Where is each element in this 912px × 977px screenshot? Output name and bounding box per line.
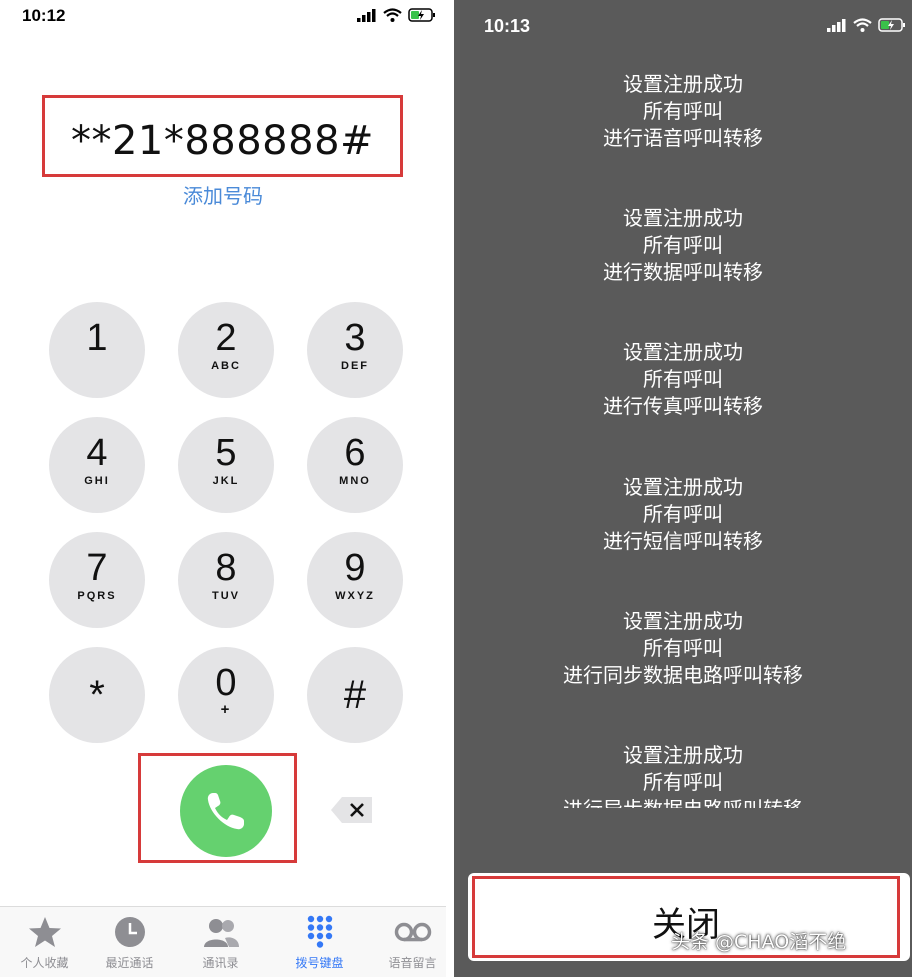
wifi-icon [853,18,872,32]
result-message: 设置注册成功 所有呼叫 进行同步数据电路呼叫转移 [454,608,912,689]
key-digit: 0 [215,662,237,704]
panel-divider [446,0,454,977]
battery-charging-icon [878,18,905,32]
result-message: 设置注册成功 所有呼叫 进行数据呼叫转移 [454,205,912,286]
phone-icon [207,793,244,830]
delete-button[interactable] [330,795,374,825]
key-letters: DEF [341,360,369,372]
message-line: 设置注册成功 [623,206,743,230]
key-digit: 2 [215,317,237,359]
message-line: 所有呼叫 [643,636,723,660]
tab-contacts[interactable]: 通讯录 [176,907,265,977]
key-6[interactable]: 6 MNO [307,417,403,513]
key-letters: JKL [212,475,240,487]
call-button[interactable] [180,765,272,857]
key-digit: 5 [215,432,237,474]
message-line: 所有呼叫 [643,770,723,794]
message-line: 设置注册成功 [623,340,743,364]
key-star[interactable]: * [49,647,145,743]
key-4[interactable]: 4 GHI [49,417,145,513]
status-bar: 10:12 [0,0,446,36]
key-digit: 1 [86,317,108,359]
key-1[interactable]: 1 [49,302,145,398]
signal-icon [827,18,846,32]
signal-icon [357,8,376,22]
result-message: 设置注册成功 所有呼叫 进行传真呼叫转移 [454,339,912,420]
key-5[interactable]: 5 JKL [178,417,274,513]
status-time: 10:12 [22,6,66,25]
tab-label: 通讯录 [202,956,239,970]
backspace-icon [331,797,372,823]
keypad-icon [307,915,333,948]
tab-favorites[interactable]: 个人收藏 [0,907,89,977]
message-line: 进行异步数据电路呼叫转移 [454,796,912,808]
key-letters: TUV [212,590,240,602]
key-0[interactable]: 0 + [178,647,274,743]
voicemail-icon [394,922,432,942]
key-digit: 9 [344,547,366,589]
key-letters: PQRS [77,590,117,602]
message-line: 进行同步数据电路呼叫转移 [563,663,803,687]
tab-label: 语音留言 [388,956,437,970]
contacts-icon [204,919,239,947]
key-letters: MNO [339,475,371,487]
key-digit: 8 [215,547,237,589]
result-message: 设置注册成功 所有呼叫 进行语音呼叫转移 [454,71,912,152]
key-letters: GHI [84,475,110,487]
status-icons [357,8,436,22]
key-letters: WXYZ [335,590,375,602]
message-line: 所有呼叫 [643,233,723,257]
result-message: 设置注册成功 所有呼叫 进行异步数据电路呼叫转移 [454,742,912,808]
key-hash[interactable]: # [307,647,403,743]
dialed-number-highlight: **21*888888# [42,95,403,177]
add-number-link[interactable]: 添加号码 [0,180,446,209]
watermark: 头条 @CHAO滔不绝 [671,931,847,953]
key-7[interactable]: 7 PQRS [49,532,145,628]
message-line: 设置注册成功 [623,609,743,633]
result-message: 设置注册成功 所有呼叫 进行短信呼叫转移 [454,474,912,555]
key-letters: ABC [211,360,241,372]
tab-label: 个人收藏 [20,956,69,970]
key-digit: # [343,673,367,717]
message-line: 设置注册成功 [623,743,743,767]
key-3[interactable]: 3 DEF [307,302,403,398]
key-digit: * [89,673,105,717]
tab-bar: 个人收藏 最近通话 通讯录 拨号键盘 语音留言 [0,906,446,977]
tab-keypad[interactable]: 拨号键盘 [275,907,364,977]
message-line: 设置注册成功 [623,72,743,96]
dialed-number: **21*888888# [70,118,375,164]
dialer-screen: 10:12 **21*888888# 添加号码 1 2 ABC 3 DEF 4 … [0,0,446,977]
key-9[interactable]: 9 WXYZ [307,532,403,628]
message-line: 进行数据呼叫转移 [603,260,763,284]
status-icons [827,18,906,32]
result-message-list[interactable]: 设置注册成功 所有呼叫 进行语音呼叫转移 设置注册成功 所有呼叫 进行数据呼叫转… [454,70,912,808]
key-8[interactable]: 8 TUV [178,532,274,628]
battery-charging-icon [408,8,435,22]
result-dialog-screen: 10:13 设置注册成功 所有呼叫 进行语音呼叫转移 设置注册成功 所有呼叫 进… [454,0,912,977]
wifi-icon [383,8,402,22]
tab-label: 最近通话 [105,956,154,970]
message-line: 进行短信呼叫转移 [603,529,763,553]
key-letters: + [220,701,232,718]
message-line: 所有呼叫 [643,502,723,526]
key-2[interactable]: 2 ABC [178,302,274,398]
status-time: 10:13 [484,16,531,36]
tab-recents[interactable]: 最近通话 [85,907,174,977]
key-digit: 4 [86,432,108,474]
key-digit: 7 [86,547,108,589]
message-line: 设置注册成功 [623,475,743,499]
key-digit: 6 [344,432,366,474]
clock-icon [115,917,145,947]
star-icon [29,917,61,947]
key-digit: 3 [344,317,366,359]
message-line: 进行语音呼叫转移 [603,126,763,150]
message-line: 进行传真呼叫转移 [603,394,763,418]
message-line: 所有呼叫 [643,99,723,123]
tab-label: 拨号键盘 [295,956,344,970]
tab-voicemail[interactable]: 语音留言 [368,907,446,977]
message-line: 所有呼叫 [643,367,723,391]
